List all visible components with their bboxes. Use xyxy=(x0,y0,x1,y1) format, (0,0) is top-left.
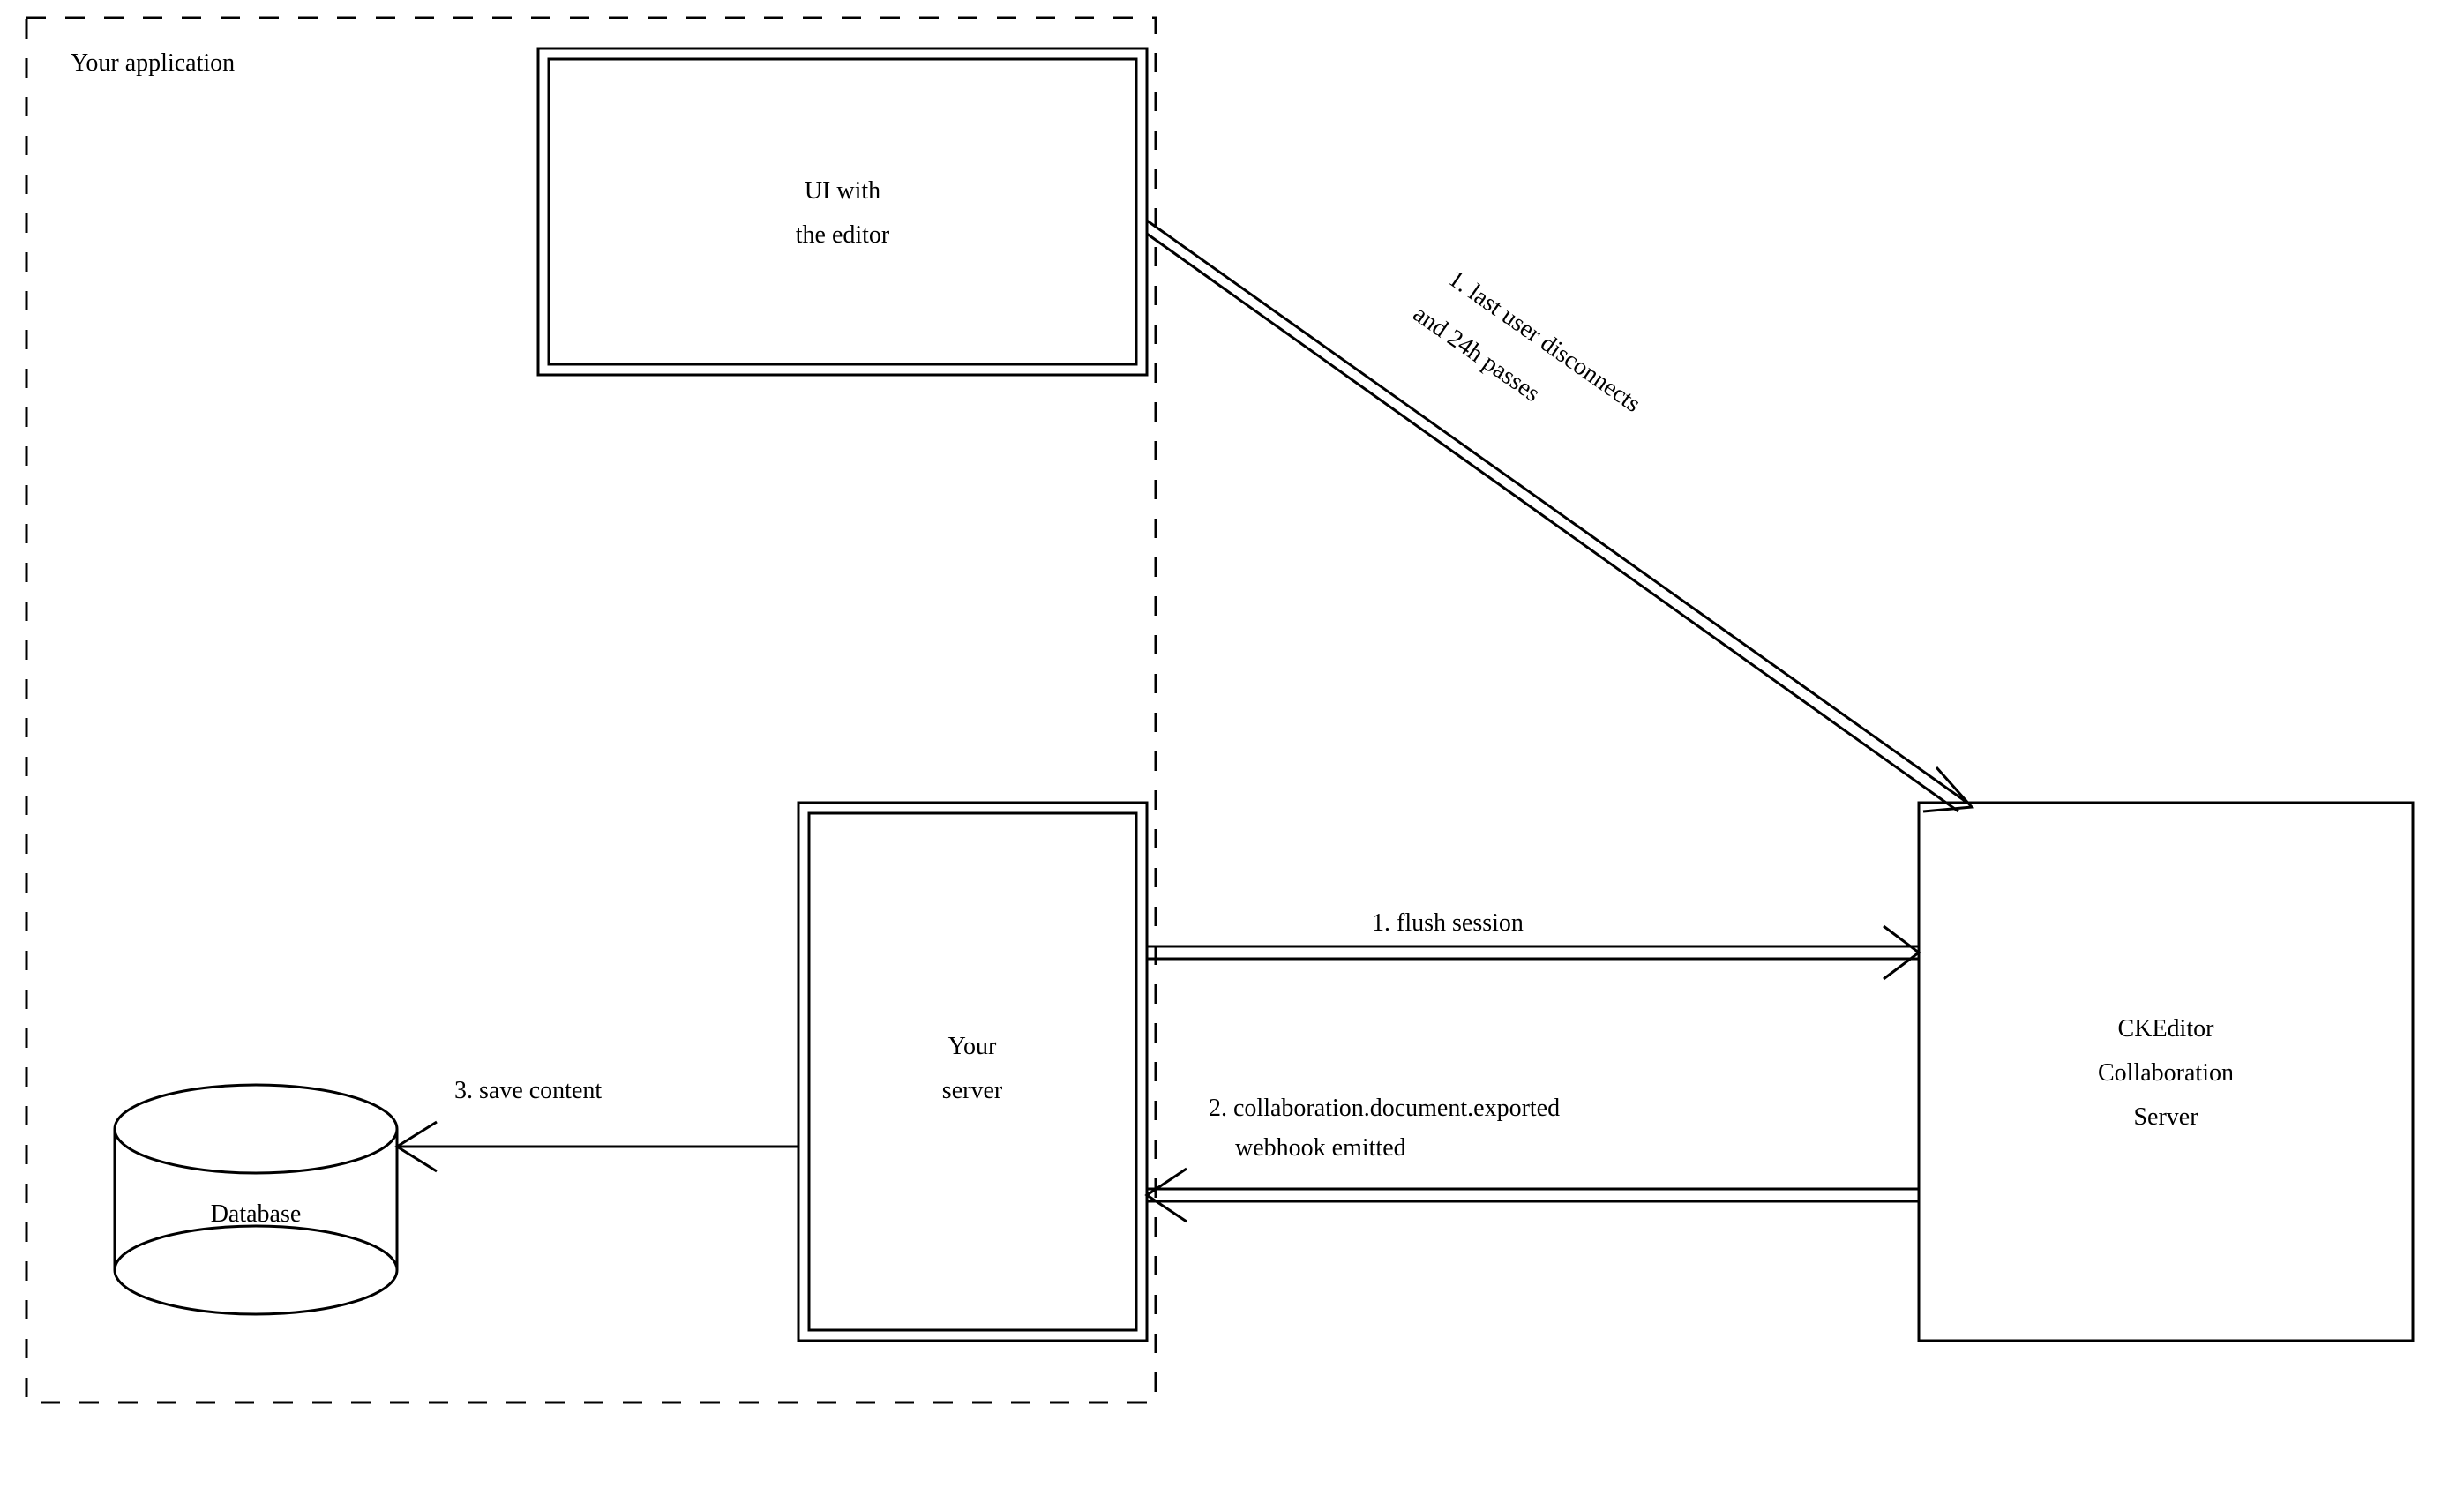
flush-arrow: 1. flush session xyxy=(1147,909,1919,979)
application-title: Your application xyxy=(71,49,235,77)
ui-node: UI with the editor xyxy=(538,49,1147,375)
server-label-line1: Your xyxy=(948,1033,997,1060)
save-arrow: 3. save content xyxy=(397,1077,798,1171)
ui-label-line2: the editor xyxy=(796,221,890,249)
architecture-diagram: Your application UI with the editor Your… xyxy=(0,0,2464,1510)
webhook-label-line1: 2. collaboration.document.exported xyxy=(1209,1095,1560,1122)
ckeditor-label-line3: Server xyxy=(2133,1103,2198,1131)
database-label: Database xyxy=(211,1200,302,1228)
ckeditor-label-line2: Collaboration xyxy=(2098,1059,2234,1087)
database-node: Database xyxy=(115,1085,397,1314)
webhook-label-line2: webhook emitted xyxy=(1235,1134,1406,1162)
ckeditor-label-line1: CKEditor xyxy=(2118,1015,2215,1043)
flush-label: 1. flush session xyxy=(1372,909,1524,937)
server-label-line2: server xyxy=(942,1077,1003,1104)
server-node: Your server xyxy=(798,803,1147,1341)
save-label: 3. save content xyxy=(454,1077,602,1104)
webhook-arrow: 2. collaboration.document.exported webho… xyxy=(1147,1095,1919,1222)
disconnect-arrow: 1. last user disconnects and 24h passes xyxy=(1147,221,1972,811)
ui-label-line1: UI with xyxy=(805,177,880,205)
ckeditor-node: CKEditor Collaboration Server xyxy=(1919,803,2413,1341)
